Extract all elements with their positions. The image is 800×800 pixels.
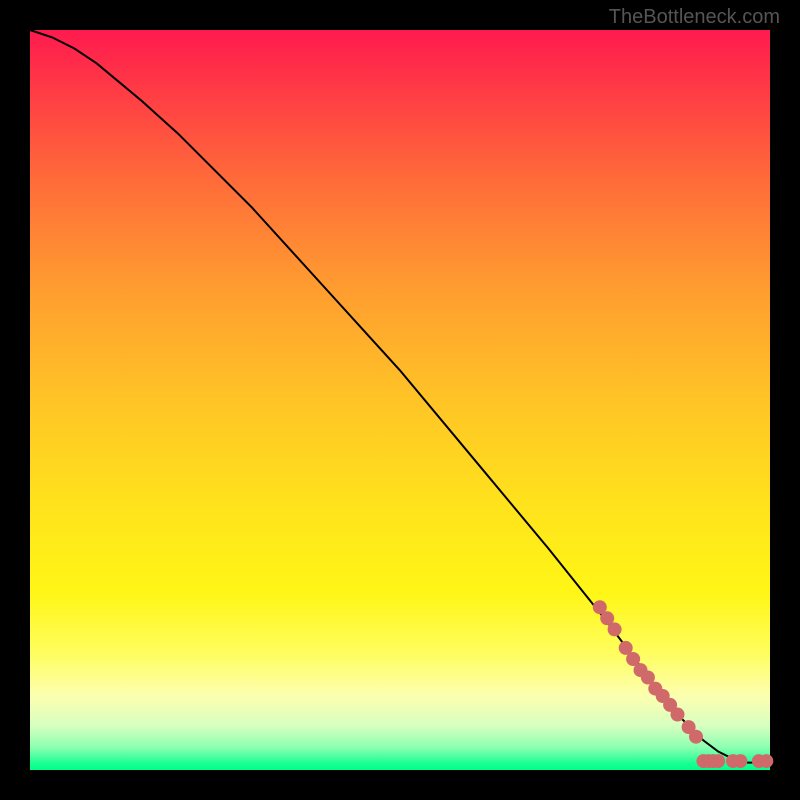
performance-curve <box>30 30 770 763</box>
highlight-dot <box>608 622 622 636</box>
highlight-dot <box>689 730 703 744</box>
highlight-dot <box>711 754 725 768</box>
attribution-text: TheBottleneck.com <box>609 6 780 29</box>
highlight-dot <box>733 754 747 768</box>
plot-area <box>30 30 770 770</box>
highlight-dot <box>759 754 773 768</box>
highlight-dot <box>671 708 685 722</box>
chart-svg <box>30 30 770 770</box>
highlight-dots-group <box>593 600 774 768</box>
chart-frame: TheBottleneck.com <box>0 0 800 800</box>
